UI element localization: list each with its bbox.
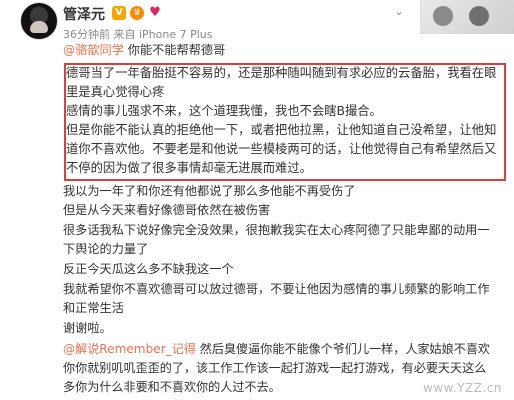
reply-line: 多你为什么非要和不喜欢你的人过不去。 xyxy=(63,380,281,394)
username[interactable]: 管泽元 xyxy=(63,4,105,24)
user-avatar[interactable] xyxy=(20,2,58,40)
heart-badge-icon xyxy=(148,6,162,20)
post-line: 和正常生活 xyxy=(63,301,124,315)
reply-text: 然后臭傻逼你能不能像个爷们儿一样，人家姑娘不喜欢 xyxy=(195,342,491,356)
post-line: 下舆论的力量了 xyxy=(63,242,149,256)
boxed-line: 但是你能不能认真的拒绝他一下，或者把他拉黑，让他知道自己没希望，让他知 xyxy=(66,123,497,137)
reply-mention-link[interactable]: @解说Remember_记得 xyxy=(63,342,196,356)
post-line: 我以为一年了和你还有他都说了那么多他能不再受伤了 xyxy=(63,184,356,198)
boxed-line: 感情的事儿强求不来，这个道理我懂，我也不会瞎B撮合。 xyxy=(66,104,382,118)
weibo-post: 管泽元 36分钟前 来自 iPhone 7 Plus @骆歆同学 你能不能帮帮德… xyxy=(0,0,514,400)
site-watermark: www.YZZ.cn xyxy=(423,381,502,395)
post-meta: 36分钟前 来自 iPhone 7 Plus xyxy=(63,28,213,41)
post-line: 但是从今天来看好像德哥依然在被伤害 xyxy=(63,203,271,217)
post-line: 很多话我私下说好像完全没效果，很抱歉我实在太心疼阿德了只能卑鄙的动用一 xyxy=(63,223,490,237)
reply-line: 你你就别叽叽歪歪的了，该工作工作该一起打游戏一起打游戏，有必要天天这么 xyxy=(63,361,487,375)
chevron-down-icon[interactable] xyxy=(394,4,406,16)
reply-line: @解说Remember_记得 然后臭傻逼你能不能像个爷们儿一样，人家姑娘不喜欢 xyxy=(63,341,490,358)
post-line: 反正今天瓜这么多不缺我这一个 xyxy=(63,262,234,276)
boxed-line: 德哥当了一年备胎挺不容易的，还是那种随叫随到有求必应的云备胎，我看在眼 xyxy=(66,66,497,80)
mention-text: 你能不能帮帮德哥 xyxy=(123,43,226,57)
boxed-line: 不停的因为做了很多事情却毫无进展而难过。 xyxy=(66,161,312,175)
post-line: 谢谢啦。 xyxy=(63,321,112,335)
boxed-line: 里是真心觉得心疼 xyxy=(66,85,165,99)
vip-crown-icon xyxy=(130,6,144,20)
verified-icon xyxy=(112,6,126,20)
post-line: 我就希望你不喜欢德哥可以放过德哥，不要让他因为感情的事儿频繁的影响工作 xyxy=(63,282,490,296)
side-thumbnail xyxy=(420,0,514,34)
mention-line: @骆歆同学 你能不能帮帮德哥 xyxy=(63,42,225,59)
boxed-line: 道你不喜欢他。不要老是和他说一些模棱两可的话，让他觉得自己有希望然后又 xyxy=(66,142,497,156)
mention-link[interactable]: @骆歆同学 xyxy=(63,43,124,57)
